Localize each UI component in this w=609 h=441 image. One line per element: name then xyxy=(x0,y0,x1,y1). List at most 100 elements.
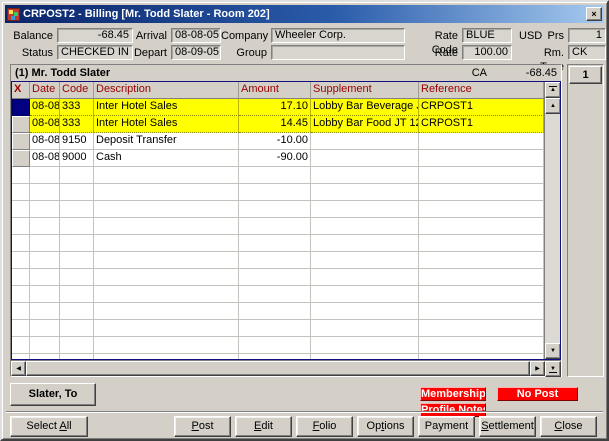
cell-amount: 17.10 xyxy=(239,99,311,116)
footer-divider xyxy=(6,411,603,413)
cell-empty xyxy=(239,201,311,218)
col-header-description[interactable]: Description xyxy=(94,82,239,99)
post-button[interactable]: Post xyxy=(174,416,231,437)
grid-row[interactable]: 08-089000Cash-90.00 xyxy=(12,150,544,167)
cell-amount: -90.00 xyxy=(239,150,311,167)
col-header-code[interactable]: Code xyxy=(60,82,94,99)
col-header-date[interactable]: Date xyxy=(30,82,60,99)
cell-empty xyxy=(12,337,30,354)
window-1-button[interactable]: 1 xyxy=(569,66,602,84)
cell-empty xyxy=(12,286,30,303)
cell-empty xyxy=(311,201,419,218)
row-selector[interactable] xyxy=(12,99,30,116)
horizontal-scroll-thumb[interactable] xyxy=(26,361,530,376)
scroll-to-bottom-icon[interactable]: ▼ xyxy=(545,361,561,377)
cell-empty xyxy=(94,252,239,269)
postings-grid: X Date Code Description Amount Supplemen… xyxy=(11,81,561,360)
cell-empty xyxy=(311,337,419,354)
membership-badge[interactable]: Membership xyxy=(420,387,486,401)
cell-empty xyxy=(60,303,94,320)
rm-type-label: Rm. Type xyxy=(519,46,564,60)
cell-empty xyxy=(239,303,311,320)
no-post-badge[interactable]: No Post xyxy=(497,387,578,401)
close-icon[interactable]: × xyxy=(586,7,602,21)
grid-empty-row xyxy=(12,184,544,201)
vertical-scrollbar[interactable]: ▲ ▲ ▼ xyxy=(544,82,560,359)
grid-row[interactable]: 08-089150Deposit Transfer-10.00 xyxy=(12,133,544,150)
row-selector[interactable] xyxy=(12,150,30,167)
cell-description: Cash xyxy=(94,150,239,167)
cell-empty xyxy=(94,354,239,359)
cell-empty xyxy=(94,337,239,354)
options-button[interactable]: Options xyxy=(357,416,414,437)
col-header-reference[interactable]: Reference xyxy=(419,82,544,99)
scroll-to-top-icon[interactable]: ▲ xyxy=(545,82,561,98)
cell-date: 08-08 xyxy=(30,150,60,167)
cell-empty xyxy=(30,167,60,184)
cell-empty xyxy=(30,303,60,320)
folio-tab-header: (1) Mr. Todd Slater CA -68.45 xyxy=(11,65,561,81)
cell-empty xyxy=(311,184,419,201)
prs-label: Prs xyxy=(533,29,564,43)
cell-empty xyxy=(12,269,30,286)
cell-empty xyxy=(60,235,94,252)
cell-empty xyxy=(94,184,239,201)
grid-row[interactable]: 08-08333Inter Hotel Sales14.45Lobby Bar … xyxy=(12,116,544,133)
cell-empty xyxy=(239,218,311,235)
cell-empty xyxy=(419,252,544,269)
payment-button[interactable]: Payment xyxy=(418,416,475,437)
scroll-left-icon[interactable]: ◀ xyxy=(11,361,26,376)
cell-empty xyxy=(94,167,239,184)
row-selector[interactable] xyxy=(12,133,30,150)
select-all-button[interactable]: Select All xyxy=(10,416,88,437)
grid-header-row: X Date Code Description Amount Supplemen… xyxy=(12,82,544,99)
settlement-button[interactable]: Settlement xyxy=(479,416,536,437)
vertical-scroll-track[interactable] xyxy=(545,114,560,343)
cell-empty xyxy=(239,167,311,184)
folio-name-tab[interactable]: Slater, To xyxy=(10,383,96,406)
cell-empty xyxy=(239,337,311,354)
profile-notes-badge[interactable]: Profile Notes xyxy=(420,403,486,417)
rate-field: 100.00 xyxy=(462,45,512,60)
grid-empty-row xyxy=(12,252,544,269)
cell-empty xyxy=(239,235,311,252)
scroll-up-icon[interactable]: ▲ xyxy=(545,98,561,114)
edit-button[interactable]: Edit xyxy=(235,416,292,437)
cell-empty xyxy=(60,184,94,201)
depart-label: Depart xyxy=(133,46,167,60)
cell-empty xyxy=(94,320,239,337)
grid-empty-row xyxy=(12,354,544,359)
scroll-down-icon[interactable]: ▼ xyxy=(545,343,561,359)
grid-empty-row xyxy=(12,167,544,184)
folio-button[interactable]: Folio xyxy=(296,416,353,437)
cell-empty xyxy=(419,303,544,320)
cell-empty xyxy=(60,269,94,286)
cell-empty xyxy=(419,337,544,354)
cell-description: Inter Hotel Sales xyxy=(94,116,239,133)
cell-empty xyxy=(239,269,311,286)
arrival-field: 08-08-05 xyxy=(171,28,221,43)
cell-empty xyxy=(239,286,311,303)
scroll-right-icon[interactable]: ▶ xyxy=(530,361,545,376)
row-selector[interactable] xyxy=(12,116,30,133)
grid-empty-row xyxy=(12,286,544,303)
cell-empty xyxy=(419,286,544,303)
title-bar[interactable]: CRPOST2 - Billing [Mr. Todd Slater - Roo… xyxy=(5,5,604,23)
cell-empty xyxy=(419,354,544,359)
cell-empty xyxy=(94,218,239,235)
grid-row[interactable]: 08-08333Inter Hotel Sales17.10Lobby Bar … xyxy=(12,99,544,116)
cell-empty xyxy=(60,201,94,218)
grid-empty-row xyxy=(12,218,544,235)
grid-empty-row xyxy=(12,320,544,337)
horizontal-scrollbar[interactable]: ◀ ▶ ▼ xyxy=(11,360,561,376)
cell-reference xyxy=(419,150,544,167)
window-title: CRPOST2 - Billing [Mr. Todd Slater - Roo… xyxy=(23,8,586,20)
col-header-amount[interactable]: Amount xyxy=(239,82,311,99)
cell-empty xyxy=(12,303,30,320)
cell-empty xyxy=(30,252,60,269)
cell-empty xyxy=(12,201,30,218)
col-header-x[interactable]: X xyxy=(12,82,30,99)
cell-empty xyxy=(311,286,419,303)
col-header-supplement[interactable]: Supplement xyxy=(311,82,419,99)
close-button[interactable]: Close xyxy=(540,416,597,437)
